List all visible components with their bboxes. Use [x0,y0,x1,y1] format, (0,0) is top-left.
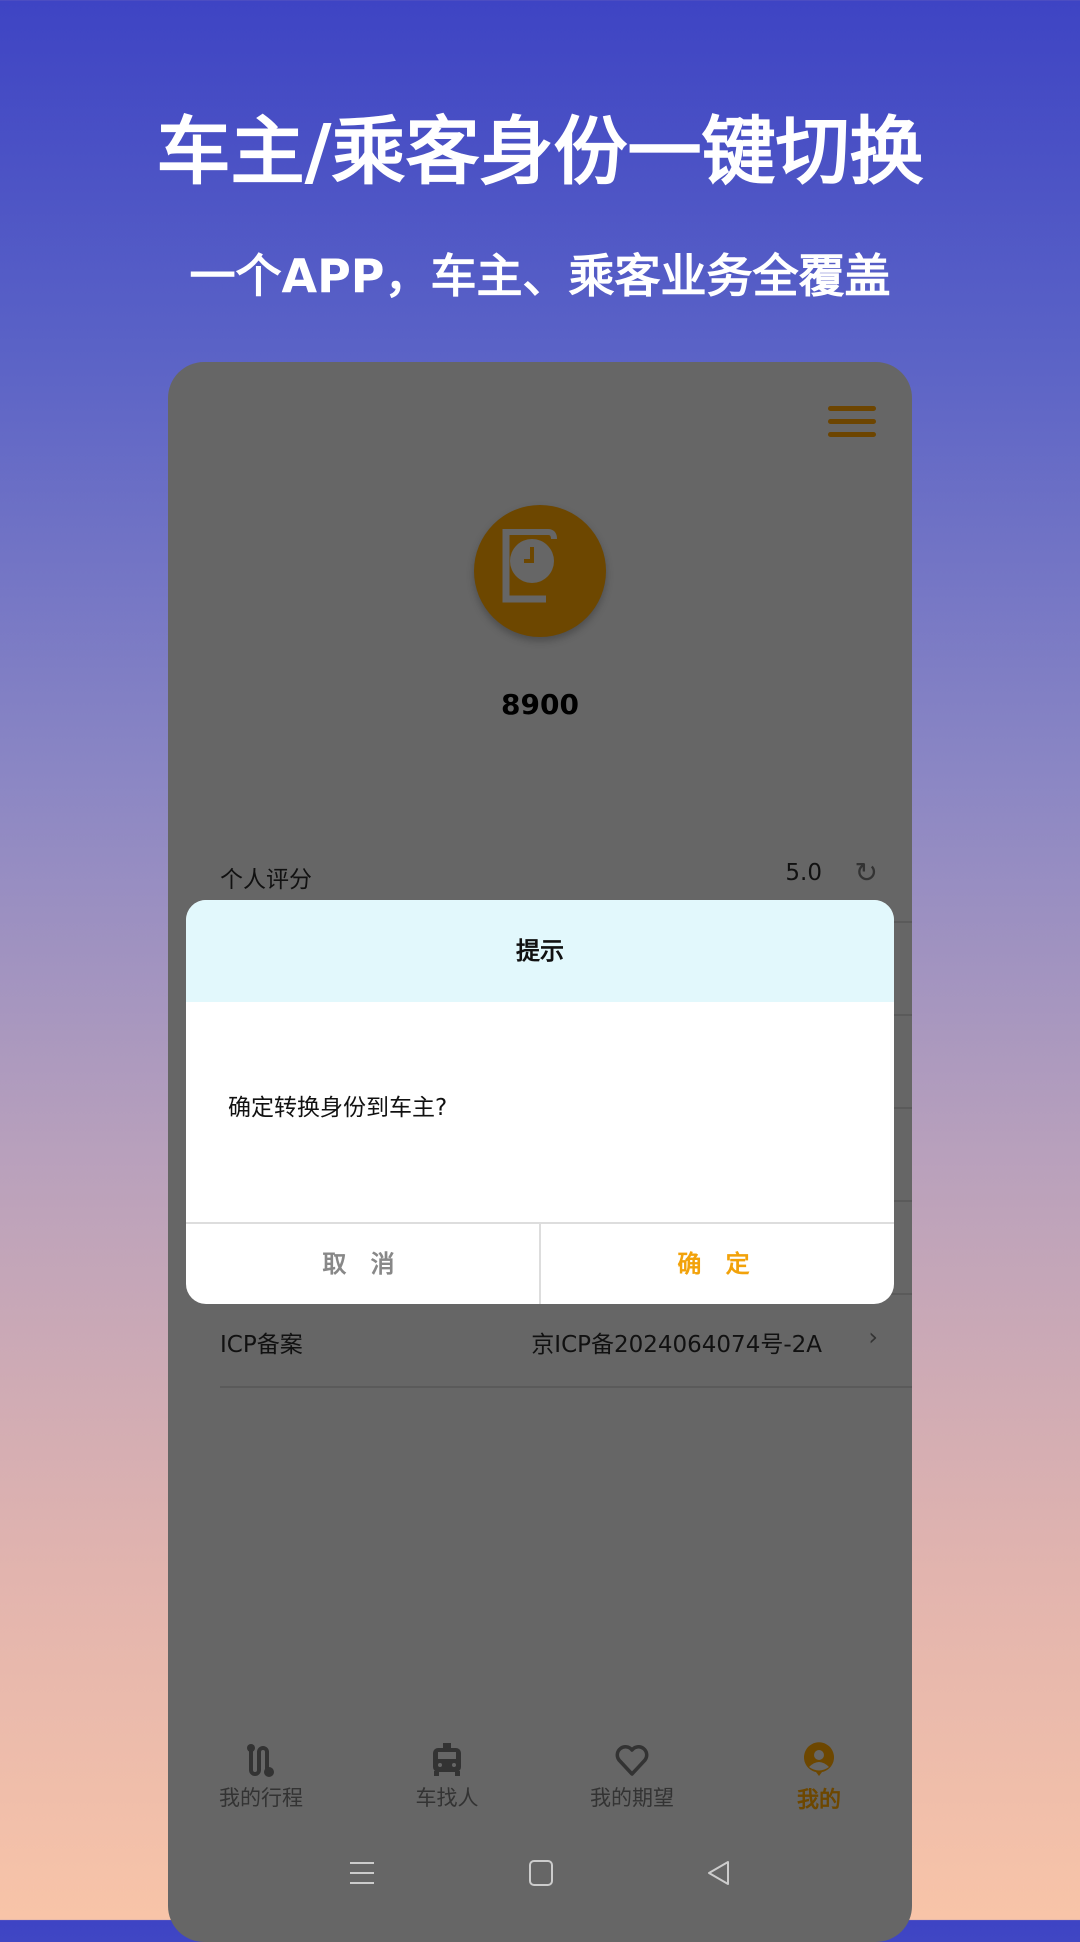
cancel-button[interactable]: 取 消 [186,1224,541,1304]
chevron-right-icon: › [868,1323,878,1351]
recent-apps-icon[interactable] [348,1860,376,1886]
confirm-button[interactable]: 确 定 [541,1224,894,1304]
heart-icon [615,1745,649,1776]
person-icon [804,1742,834,1776]
bottom-nav: 我的行程 车找人 我的期望 我的 [168,1742,912,1822]
nav-label: 车找人 [415,1786,479,1810]
nav-my-wishes[interactable]: 我的期望 [552,1742,712,1812]
nav-label: 我的期望 [590,1786,674,1810]
menu-icon[interactable] [828,406,876,437]
nav-label: 我的行程 [219,1786,303,1810]
username: 8900 [501,688,579,721]
taxi-icon [433,1743,461,1776]
row-label: ICP备案 [220,1332,303,1358]
nav-car-find-people[interactable]: 车找人 [367,1742,527,1812]
nav-mine[interactable]: 我的 [739,1742,899,1814]
promo-subtitle: 一个APP，车主、乘客业务全覆盖 [189,249,891,303]
dialog-title: 提示 [186,900,894,1002]
back-icon[interactable] [706,1860,732,1886]
icp-value: 京ICP备2024064074号-2A [531,1332,822,1358]
avatar[interactable] [474,505,606,637]
confirm-dialog: 提示 确定转换身份到车主? 取 消 确 定 [186,900,894,1304]
promo-title: 车主/乘客身份一键切换 [156,109,924,195]
row-label: 个人评分 [220,867,312,893]
refresh-icon[interactable]: ↻ [855,856,878,889]
home-icon[interactable] [528,1860,554,1886]
nav-label: 我的 [796,1788,841,1813]
clock-sign-icon [502,529,557,603]
nav-my-trips[interactable]: 我的行程 [181,1742,341,1812]
route-icon [247,1744,274,1777]
dialog-message: 确定转换身份到车主? [228,1095,448,1121]
icp-row[interactable]: ICP备案 京ICP备2024064074号-2A › [220,1295,912,1388]
rating-value: 5.0 [785,860,822,886]
